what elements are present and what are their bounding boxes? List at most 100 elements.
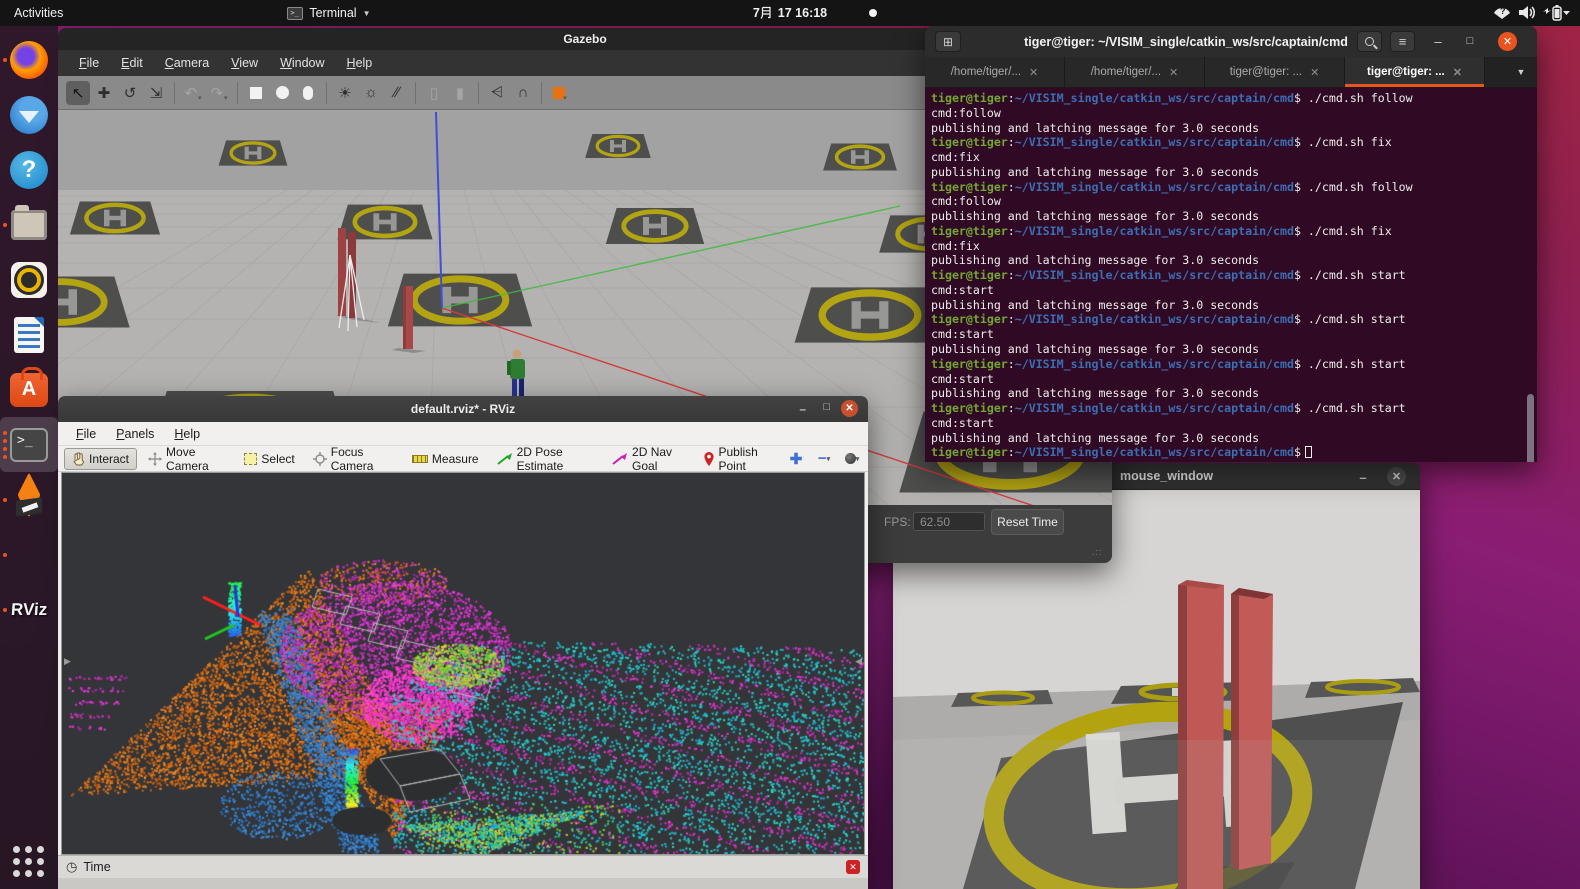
show-applications-icon [13, 846, 45, 878]
panel-expand-right-icon[interactable]: ◀ [855, 656, 862, 667]
tab-close-icon[interactable]: ✕ [1029, 66, 1038, 79]
gazebo-tool-snap[interactable]: ∩ [511, 81, 535, 105]
search-button[interactable] [1357, 31, 1382, 52]
dock-item-thunderbird[interactable] [0, 87, 58, 142]
gazebo-tool-scale[interactable]: ⇲ [144, 81, 168, 105]
libreoffice-writer-icon [14, 317, 44, 353]
rviz-tool-interact[interactable]: Interact [64, 448, 137, 470]
tab-close-icon[interactable]: ✕ [1310, 66, 1319, 79]
gazebo-tool-copy[interactable]: ▯ [422, 81, 446, 105]
dock: ? A >_ RViz [0, 26, 58, 889]
close-icon[interactable]: ✕ [841, 400, 858, 417]
2d-pose-estimate-icon [497, 453, 513, 465]
helipad [823, 144, 897, 171]
panel-expand-left-icon[interactable]: ▶ [64, 656, 71, 667]
rviz-tool-2d-nav-goal[interactable]: 2D Nav Goal [605, 448, 693, 470]
minimize-icon[interactable]: – [1354, 468, 1372, 486]
hamburger-menu-button[interactable]: ≡ [1390, 31, 1415, 52]
gazebo-tool-box[interactable] [244, 81, 268, 105]
rviz-tool-focus-camera[interactable]: Focus Camera [306, 448, 401, 470]
rviz-tool-2d-pose-estimate[interactable]: 2D Pose Estimate [490, 448, 601, 470]
rviz-menu-panels[interactable]: Panels [106, 425, 164, 443]
gazebo-tool-point-light[interactable]: ☀ [333, 81, 357, 105]
gazebo-tool-redo[interactable]: ↷ ▾ [207, 81, 231, 105]
rviz-tool-publish-point[interactable]: Publish Point [697, 448, 782, 470]
app-menu-label: Terminal [309, 6, 356, 20]
helipad [606, 208, 704, 244]
dock-item-software[interactable]: A [0, 362, 58, 417]
close-icon[interactable]: ✕ [1498, 32, 1517, 51]
rviz-titlebar[interactable]: default.rviz* - RViz – □ ✕ [58, 396, 868, 422]
rviz-menu-file[interactable]: File [66, 425, 106, 443]
rviz-menu-help[interactable]: Help [164, 425, 210, 443]
gazebo-tool-undo[interactable]: ↶ ▾ [181, 81, 205, 105]
maximize-icon[interactable]: □ [1459, 30, 1481, 52]
gazebo-tool-select[interactable]: ↖ [66, 81, 90, 105]
clock[interactable]: 7 17 16:18 [0, 6, 1580, 20]
gazebo-menu-edit[interactable]: Edit [110, 53, 154, 73]
new-tab-button[interactable]: ⊞ [935, 31, 961, 52]
dock-item-hidden-app[interactable] [0, 527, 58, 582]
dock-item-gazebo[interactable] [0, 472, 58, 527]
minimize-icon[interactable]: – [1427, 30, 1449, 52]
minimize-icon[interactable]: – [799, 402, 806, 416]
time-panel-close-icon[interactable]: ✕ [846, 860, 860, 874]
gazebo-menu-camera[interactable]: Camera [154, 53, 220, 73]
gazebo-tool-rotate[interactable]: ↺ [118, 81, 142, 105]
rviz-time-panel-header[interactable]: ◷ Time ✕ [58, 855, 868, 878]
gazebo-tool-sphere[interactable] [270, 81, 294, 105]
gazebo-tool-translate[interactable]: ✚ [92, 81, 116, 105]
dock-item-libreoffice[interactable] [0, 307, 58, 362]
add-tool-button[interactable]: ✚ [786, 449, 806, 469]
gazebo-tool-view-angle[interactable]: ▾ [548, 81, 572, 105]
scrollbar-thumb[interactable] [1527, 394, 1534, 462]
tab-close-icon[interactable]: ✕ [1453, 66, 1462, 79]
gazebo-tool-directional-light[interactable]: ∕∕ [385, 81, 409, 105]
dock-item-rhythmbox[interactable] [0, 252, 58, 307]
rviz-tool-move-camera[interactable]: Move Camera [141, 448, 233, 470]
tool-options-button[interactable]: ▾ [842, 449, 862, 469]
rviz-icon: RViz [10, 600, 48, 620]
app-menu[interactable]: >_ Terminal ▼ [287, 6, 370, 20]
rviz-tool-measure[interactable]: Measure [405, 448, 486, 470]
measure-icon [412, 455, 428, 463]
terminal-tab-1[interactable]: /home/tiger/...✕ [925, 57, 1065, 87]
terminal-tabbar: /home/tiger/...✕/home/tiger/...✕tiger@ti… [925, 57, 1537, 88]
terminal-tab-3[interactable]: tiger@tiger: ...✕ [1205, 57, 1345, 87]
rviz-tool-select[interactable]: Select [237, 448, 301, 470]
activities-button[interactable]: Activities [0, 6, 77, 20]
remove-tool-button[interactable]: −▾ [814, 449, 834, 469]
gazebo-menu-window[interactable]: Window [269, 53, 335, 73]
close-icon[interactable]: ✕ [1387, 467, 1406, 486]
maximize-icon[interactable]: □ [823, 401, 830, 413]
reset-time-button[interactable]: Reset Time [991, 509, 1064, 535]
rviz-3d-view[interactable]: ▶ ◀ … [61, 472, 865, 855]
dock-item-show-apps[interactable] [0, 834, 58, 889]
gazebo-tool-align[interactable]: ⩤ [485, 81, 509, 105]
terminal-titlebar[interactable]: ⊞ tiger@tiger: ~/VISIM_single/catkin_ws/… [925, 26, 1537, 57]
terminal-tab-2[interactable]: /home/tiger/...✕ [1065, 57, 1205, 87]
publish-point-icon [704, 452, 714, 466]
terminal-output[interactable]: tiger@tiger:~/VISIM_single/catkin_ws/src… [925, 88, 1537, 462]
dock-item-help[interactable]: ? [0, 142, 58, 197]
gazebo-menu-view[interactable]: View [220, 53, 269, 73]
gazebo-tool-paste[interactable]: ▮ [448, 81, 472, 105]
gazebo-tool-spot-light[interactable]: ☼ [359, 81, 383, 105]
gazebo-menu-file[interactable]: File [68, 53, 110, 73]
running-indicator [3, 58, 7, 62]
gazebo-menu-help[interactable]: Help [336, 53, 384, 73]
gazebo-tool-cylinder[interactable] [296, 81, 320, 105]
fps-value-field: 62.50 [913, 512, 985, 531]
system-status-icons[interactable]: ? [1492, 0, 1570, 26]
resize-grip[interactable]: .:: [1092, 547, 1104, 557]
terminal-tab-4[interactable]: tiger@tiger: ...✕ [1345, 57, 1485, 87]
dock-item-files[interactable] [0, 197, 58, 252]
tab-list-dropdown[interactable]: ▼ [1505, 57, 1537, 87]
ubuntu-software-icon: A [10, 373, 48, 407]
dock-item-firefox[interactable] [0, 32, 58, 87]
tab-close-icon[interactable]: ✕ [1169, 66, 1178, 79]
running-indicator [3, 223, 7, 227]
dock-item-terminal[interactable]: >_ [0, 417, 58, 472]
dock-item-rviz[interactable]: RViz [0, 582, 58, 637]
running-indicator [3, 608, 7, 612]
